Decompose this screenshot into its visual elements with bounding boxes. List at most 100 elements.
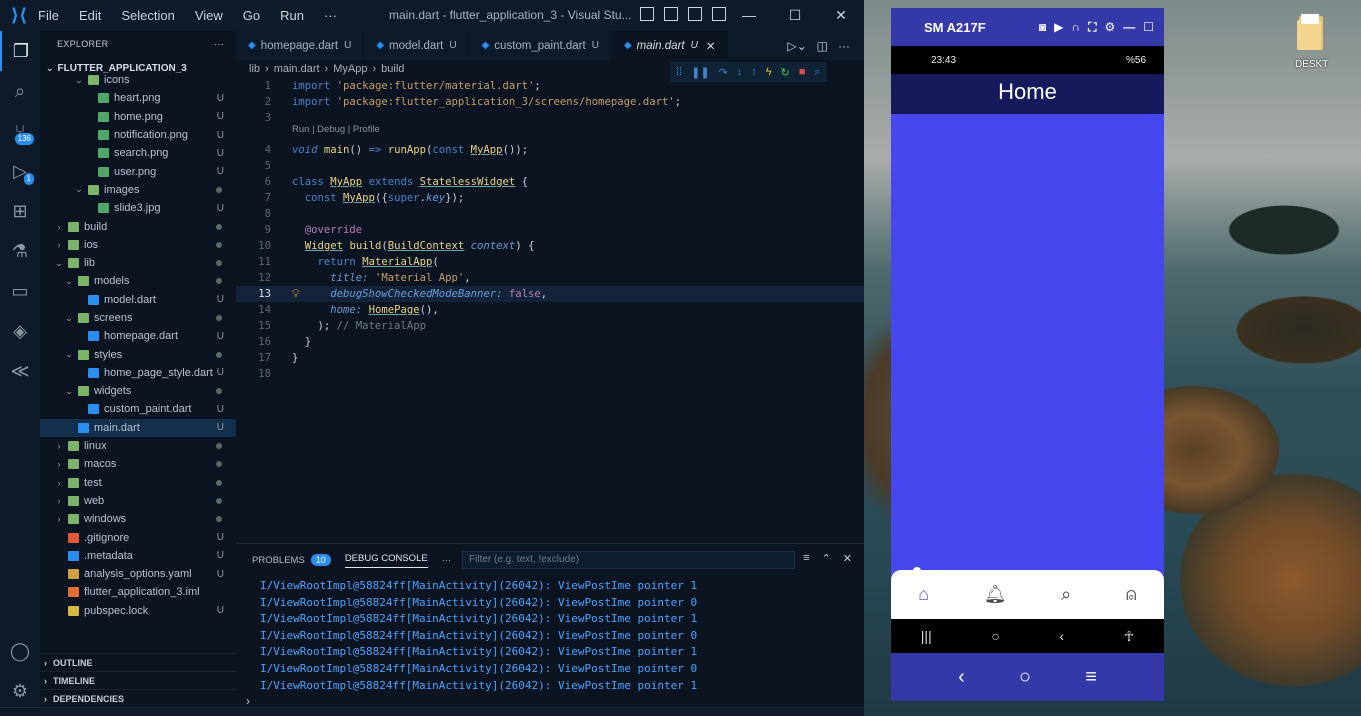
tree-item[interactable]: › ios — [40, 236, 236, 254]
testing-icon[interactable]: ⚗ — [0, 231, 40, 271]
minimize-icon[interactable]: — — [1123, 20, 1135, 35]
more-actions-icon[interactable]: ··· — [838, 39, 850, 53]
console-filter-input[interactable]: Filter (e.g. text, !exclude) — [462, 551, 795, 569]
tab-model-dart[interactable]: ◆ model.dart U — [364, 31, 470, 60]
back-icon[interactable]: ‹ — [1059, 628, 1064, 644]
menu-item[interactable]: ··· — [324, 8, 337, 23]
tree-item[interactable]: user.png U — [40, 162, 236, 180]
sidebar-section-timeline[interactable]: › TIMELINE — [40, 671, 236, 689]
breadcrumb-item[interactable]: lib — [249, 63, 260, 75]
menu-icon[interactable]: ≡ — [1085, 666, 1097, 689]
tree-item[interactable]: .gitignore U — [40, 528, 236, 546]
tree-item[interactable]: homepage.dart U — [40, 327, 236, 345]
flutter-icon[interactable]: ≪ — [0, 351, 40, 391]
menu-item[interactable]: View — [195, 8, 223, 23]
tab-custom_paint-dart[interactable]: ◆ custom_paint.dart U — [470, 31, 612, 60]
headphones-icon[interactable]: ∩ — [1071, 20, 1080, 35]
tree-item[interactable]: › build — [40, 217, 236, 235]
home-button-icon[interactable]: ○ — [991, 628, 999, 644]
tree-item[interactable]: heart.png U — [40, 89, 236, 107]
tree-item[interactable]: ⌄ images — [40, 181, 236, 199]
camera-icon[interactable]: ◙ — [1039, 20, 1046, 35]
step-out-icon[interactable]: ↑ — [751, 66, 757, 78]
python-icon[interactable]: ◈ — [0, 311, 40, 351]
tree-item[interactable]: search.png U — [40, 144, 236, 162]
tree-item[interactable]: ⌄ icons — [40, 71, 236, 89]
tree-item[interactable]: model.dart U — [40, 291, 236, 309]
search-icon[interactable]: ⌕ — [1061, 584, 1071, 605]
toggle-secondary-sidebar-icon[interactable] — [688, 7, 702, 21]
run-dropdown-icon[interactable]: ▷⌄ — [787, 39, 806, 53]
console-prompt-icon[interactable]: › — [246, 694, 250, 708]
run-debug-icon[interactable]: ▷ 1 — [0, 151, 40, 191]
tree-item[interactable]: ⌄ screens — [40, 309, 236, 327]
tree-item[interactable]: › web — [40, 492, 236, 510]
hot-reload-icon[interactable]: ϟ — [766, 66, 772, 78]
pause-icon[interactable]: ❚❚ — [691, 66, 709, 79]
back-icon[interactable]: ‹ — [958, 666, 965, 689]
step-into-icon[interactable]: ↓ — [737, 66, 743, 78]
sidebar-section-dependencies[interactable]: › DEPENDENCIES — [40, 689, 236, 707]
customize-layout-icon[interactable] — [712, 7, 726, 21]
tree-item[interactable]: custom_paint.dart U — [40, 400, 236, 418]
tab-main-dart[interactable]: ◆ main.dart U ✕ — [611, 31, 729, 60]
maximize-icon[interactable]: ☐ — [1143, 20, 1154, 35]
bell-icon[interactable]: 🔔︎ — [984, 584, 1007, 605]
tree-item[interactable]: notification.png U — [40, 126, 236, 144]
tree-item[interactable]: pubspec.yamlU — [40, 620, 236, 621]
tree-item[interactable]: main.dart U — [40, 418, 236, 437]
tree-item[interactable]: ⌄ styles — [40, 345, 236, 363]
menu-item[interactable]: Edit — [79, 8, 101, 23]
tree-item[interactable]: home.png U — [40, 108, 236, 126]
breadcrumb-item[interactable]: MyApp — [333, 63, 367, 75]
account-icon[interactable]: ◯ — [0, 631, 40, 671]
minimize-button[interactable]: — — [726, 0, 772, 31]
tree-item[interactable]: › macos — [40, 455, 236, 473]
recents-icon[interactable]: ||| — [921, 628, 932, 644]
tab-homepage-dart[interactable]: ◆ homepage.dart U — [236, 31, 365, 60]
fullscreen-icon[interactable]: ⛶ — [1088, 20, 1096, 35]
tree-item[interactable]: ⌄ lib — [40, 254, 236, 272]
toggle-sidebar-icon[interactable] — [640, 7, 654, 21]
restart-icon[interactable]: ↻ — [781, 66, 790, 79]
accessibility-icon[interactable]: ☥ — [1124, 628, 1134, 645]
folder-icon[interactable] — [1293, 12, 1329, 52]
tree-item[interactable]: ⌄ models — [40, 272, 236, 290]
close-button[interactable]: ✕ — [818, 0, 864, 31]
maximize-button[interactable]: ☐ — [772, 0, 818, 31]
tree-item[interactable]: pubspec.lock U — [40, 602, 236, 620]
tree-item[interactable]: › test — [40, 474, 236, 492]
search-icon[interactable]: ⌕ — [0, 71, 40, 111]
menu-item[interactable]: Selection — [121, 8, 174, 23]
explorer-icon[interactable]: ❐ — [0, 31, 40, 71]
menu-item[interactable]: File — [38, 8, 59, 23]
home-button-icon[interactable]: ○ — [1019, 666, 1031, 689]
breadcrumb-item[interactable]: build — [381, 63, 404, 75]
remote-explorer-icon[interactable]: ▭ — [0, 271, 40, 311]
video-icon[interactable]: ▶ — [1054, 20, 1063, 35]
inspect-widget-icon[interactable]: ⌕ — [814, 66, 820, 79]
maximize-panel-icon[interactable]: ⌃ — [822, 552, 831, 565]
split-editor-icon[interactable]: ◫ — [817, 39, 828, 53]
tree-item[interactable]: › windows — [40, 510, 236, 528]
home-icon[interactable]: ⌂ — [918, 584, 929, 605]
breadcrumb-item[interactable]: main.dart — [274, 63, 320, 75]
explorer-more-icon[interactable]: ··· — [214, 39, 224, 49]
menu-item[interactable]: Run — [280, 8, 304, 23]
settings-gear-icon[interactable]: ⚙ — [0, 671, 40, 711]
tree-item[interactable]: › linux — [40, 437, 236, 455]
step-over-icon[interactable]: ↷ — [719, 66, 728, 79]
close-tab-icon[interactable]: ✕ — [706, 39, 716, 53]
settings-icon[interactable]: ⚙ — [1104, 20, 1115, 35]
tree-item[interactable]: flutter_application_3.iml — [40, 583, 236, 601]
tab-problems[interactable]: PROBLEMS 10 — [252, 554, 331, 566]
toggle-panel-icon[interactable] — [664, 7, 678, 21]
close-panel-icon[interactable]: ✕ — [843, 552, 852, 565]
source-control-icon[interactable]: ⑂ 136 — [0, 111, 40, 151]
sidebar-section-outline[interactable]: › OUTLINE — [40, 653, 236, 671]
stop-icon[interactable]: ■ — [799, 66, 806, 78]
tab-debug-console[interactable]: DEBUG CONSOLE — [344, 553, 428, 568]
extensions-icon[interactable]: ⊞ — [0, 191, 40, 231]
menu-item[interactable]: Go — [243, 8, 260, 23]
user-icon[interactable]: ⍝ — [1126, 584, 1137, 605]
